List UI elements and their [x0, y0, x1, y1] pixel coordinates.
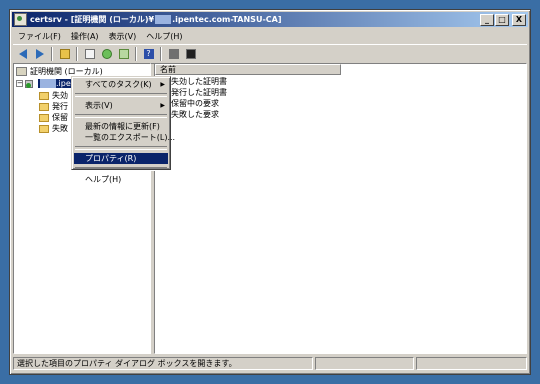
back-icon[interactable]	[15, 47, 30, 62]
menu-view[interactable]: 表示(V)	[104, 31, 142, 42]
start-service-icon[interactable]	[166, 47, 181, 62]
column-header-name[interactable]: 名前	[155, 64, 341, 75]
window-title: certsrv - [証明機関 (ローカル)¥ .ipentec.com-TAN…	[30, 15, 282, 24]
properties-icon[interactable]	[82, 47, 97, 62]
status-cell-3	[416, 357, 527, 370]
menu-item-properties[interactable]: プロパティ(R)	[74, 153, 168, 164]
submenu-arrow-icon: ▶	[160, 81, 165, 88]
menu-separator	[75, 167, 167, 171]
refresh-icon[interactable]	[99, 47, 114, 62]
maximize-button[interactable]: □	[495, 13, 509, 26]
toolbar-separator	[135, 47, 137, 61]
collapse-icon[interactable]: −	[16, 80, 23, 87]
forward-icon[interactable]	[32, 47, 47, 62]
toolbar-separator	[160, 47, 162, 61]
stop-service-icon[interactable]	[183, 47, 198, 62]
tree-item-failed[interactable]: 失敗	[39, 123, 68, 134]
menu-item-all-tasks[interactable]: すべてのタスク(K) ▶	[74, 79, 168, 90]
menu-separator	[75, 93, 167, 97]
details-pane[interactable]: 名前 失効した証明書 発行した証明書 保留中の要求 失敗した要求	[154, 63, 527, 354]
folder-icon	[39, 124, 49, 133]
menu-item-help[interactable]: ヘルプ(H)	[74, 174, 168, 185]
tree-item-issued[interactable]: 発行	[39, 101, 68, 112]
ca-server-icon	[25, 79, 35, 88]
status-bar: 選択した項目のプロパティ ダイアログ ボックスを開きます。	[13, 357, 527, 370]
menu-separator	[75, 114, 167, 118]
menu-item-view[interactable]: 表示(V) ▶	[74, 100, 168, 111]
toolbar-separator	[51, 47, 53, 61]
close-button[interactable]: X	[512, 13, 526, 26]
menu-item-export-list[interactable]: 一覧のエクスポート(L)...	[74, 132, 175, 143]
folder-icon	[39, 102, 49, 111]
minimize-button[interactable]: _	[480, 13, 494, 26]
menu-help[interactable]: ヘルプ(H)	[141, 31, 187, 42]
tree-item-pending[interactable]: 保留	[39, 112, 68, 123]
help-icon[interactable]: ?	[141, 47, 156, 62]
submenu-arrow-icon: ▶	[160, 102, 165, 109]
toolbar-separator	[76, 47, 78, 61]
up-folder-icon[interactable]	[57, 47, 72, 62]
menu-action[interactable]: 操作(A)	[66, 31, 104, 42]
menu-separator	[75, 146, 167, 150]
mmc-window: certsrv - [証明機関 (ローカル)¥ .ipentec.com-TAN…	[9, 9, 531, 375]
export-list-icon[interactable]	[116, 47, 131, 62]
title-bar[interactable]: certsrv - [証明機関 (ローカル)¥ .ipentec.com-TAN…	[12, 12, 528, 27]
menu-file[interactable]: ファイル(F)	[13, 31, 66, 42]
folder-icon	[39, 91, 49, 100]
caption-buttons: _ □ X	[480, 13, 526, 26]
redacted-host	[155, 15, 172, 24]
menu-bar: ファイル(F) 操作(A) 表示(V) ヘルプ(H)	[13, 29, 527, 43]
tree-item-revoked[interactable]: 失効	[39, 90, 68, 101]
toolbar: ?	[13, 44, 527, 64]
status-text: 選択した項目のプロパティ ダイアログ ボックスを開きます。	[13, 357, 313, 370]
menu-item-refresh[interactable]: 最新の情報に更新(F)	[74, 121, 168, 132]
tree-item-ca[interactable]: − .ipen	[16, 78, 78, 89]
context-menu: すべてのタスク(K) ▶ 表示(V) ▶ 最新の情報に更新(F) 一覧のエクスポート…	[71, 76, 175, 184]
status-cell-2	[315, 357, 414, 370]
computer-icon	[16, 67, 27, 76]
certsrv-app-icon[interactable]	[14, 13, 27, 26]
folder-icon	[39, 113, 49, 122]
